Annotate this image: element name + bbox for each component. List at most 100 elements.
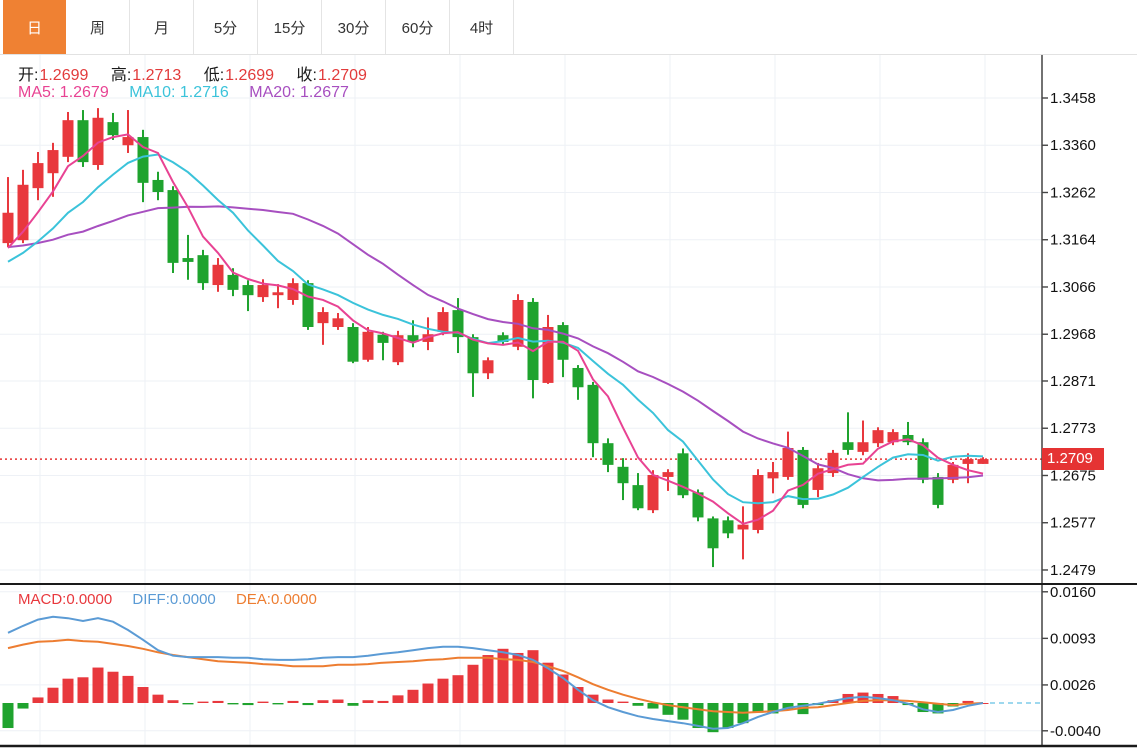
macd-hist-bar bbox=[303, 703, 314, 705]
macd-hist-bar bbox=[438, 679, 449, 703]
tab-30min[interactable]: 30分 bbox=[322, 0, 386, 54]
high-value: 1.2713 bbox=[132, 67, 181, 84]
candle-body bbox=[363, 332, 374, 360]
price-axis-label: 1.2577 bbox=[1050, 515, 1096, 532]
macd-hist-bar bbox=[93, 668, 104, 703]
price-axis-label: 1.3360 bbox=[1050, 137, 1096, 154]
macd-hist-bar bbox=[363, 700, 374, 703]
tab-5min[interactable]: 5分 bbox=[194, 0, 258, 54]
macd-axis-label: -0.0040 bbox=[1050, 723, 1101, 740]
macd-hist-bar bbox=[633, 703, 644, 706]
timeframe-tabbar: 日 周 月 5分 15分 30分 60分 4时 bbox=[0, 0, 1137, 55]
macd-axis-label: 0.0093 bbox=[1050, 630, 1096, 647]
price-axis-label: 1.3262 bbox=[1050, 184, 1096, 201]
price-axis-label: 1.3066 bbox=[1050, 279, 1096, 296]
candle-body bbox=[783, 448, 794, 477]
macd-hist-bar bbox=[168, 700, 179, 703]
close-label: 收: bbox=[297, 67, 317, 84]
price-axis-label: 1.2675 bbox=[1050, 467, 1096, 484]
macd-hist-bar bbox=[453, 675, 464, 703]
macd-value-legend: MACD:0.0000 bbox=[18, 591, 112, 608]
macd-hist-bar bbox=[408, 690, 419, 703]
candle-body bbox=[273, 292, 284, 295]
macd-hist-bar bbox=[468, 665, 479, 703]
candle-body bbox=[48, 150, 59, 173]
ma5-legend: MA5: 1.2679 bbox=[18, 84, 109, 101]
price-axis-label: 1.3458 bbox=[1050, 90, 1096, 107]
macd-axis-label: 0.0026 bbox=[1050, 677, 1096, 694]
candle-body bbox=[588, 385, 599, 443]
candle-body bbox=[603, 443, 614, 465]
macd-hist-bar bbox=[273, 703, 284, 704]
candle-body bbox=[63, 120, 74, 157]
tab-day[interactable]: 日 bbox=[3, 0, 66, 54]
tab-60min[interactable]: 60分 bbox=[386, 0, 450, 54]
open-label: 开: bbox=[18, 67, 38, 84]
candle-body bbox=[963, 459, 974, 464]
macd-hist-bar bbox=[243, 703, 254, 705]
candle-body bbox=[108, 122, 119, 135]
macd-axis-label: 0.0160 bbox=[1050, 584, 1096, 601]
candle-body bbox=[978, 459, 989, 464]
candle-body bbox=[723, 520, 734, 533]
price-axis-label: 1.2871 bbox=[1050, 373, 1096, 390]
macd-hist-bar bbox=[393, 695, 404, 703]
candle-body bbox=[648, 475, 659, 510]
diff-line bbox=[8, 617, 983, 729]
macd-hist-bar bbox=[318, 700, 329, 703]
tab-month[interactable]: 月 bbox=[130, 0, 194, 54]
candle-body bbox=[348, 327, 359, 362]
macd-hist-bar bbox=[183, 703, 194, 704]
price-axis-label: 1.2773 bbox=[1050, 420, 1096, 437]
candle-body bbox=[183, 258, 194, 262]
ma10-legend: MA10: 1.2716 bbox=[129, 84, 229, 101]
macd-hist-bar bbox=[78, 677, 89, 703]
candle-body bbox=[738, 525, 749, 530]
trading-chart-app: 1.34581.33601.32621.31641.30661.29681.28… bbox=[0, 0, 1137, 749]
candle-body bbox=[663, 472, 674, 477]
macd-hist-bar bbox=[138, 687, 149, 703]
macd-hist-bar bbox=[213, 701, 224, 703]
low-label: 低: bbox=[204, 67, 224, 84]
candle-body bbox=[153, 180, 164, 192]
tab-4hour[interactable]: 4时 bbox=[450, 0, 514, 54]
candle-body bbox=[303, 283, 314, 327]
macd-hist-bar bbox=[123, 676, 134, 703]
candle-body bbox=[258, 285, 269, 297]
dea-value-legend: DEA:0.0000 bbox=[236, 591, 317, 608]
candle-body bbox=[843, 442, 854, 450]
macd-hist-bar bbox=[723, 703, 734, 728]
candle-body bbox=[573, 368, 584, 387]
price-axis-label: 1.3164 bbox=[1050, 232, 1096, 249]
candlestick-macd-chart[interactable]: 1.34581.33601.32621.31641.30661.29681.28… bbox=[0, 0, 1137, 749]
macd-hist-bar bbox=[498, 649, 509, 703]
macd-hist-bar bbox=[18, 703, 29, 709]
low-value: 1.2699 bbox=[225, 67, 274, 84]
price-axis-label: 1.2479 bbox=[1050, 562, 1096, 579]
current-price-badge: 1.2709 bbox=[1042, 448, 1104, 470]
tab-15min[interactable]: 15分 bbox=[258, 0, 322, 54]
candle-body bbox=[483, 360, 494, 373]
candle-body bbox=[933, 477, 944, 505]
candle-body bbox=[858, 442, 869, 452]
candle-body bbox=[768, 472, 779, 478]
candle-body bbox=[873, 430, 884, 443]
candle-body bbox=[708, 518, 719, 548]
macd-hist-bar bbox=[288, 701, 299, 703]
macd-hist-bar bbox=[423, 684, 434, 703]
macd-hist-bar bbox=[678, 703, 689, 720]
macd-hist-bar bbox=[48, 688, 59, 703]
macd-hist-bar bbox=[3, 703, 14, 728]
tab-week[interactable]: 周 bbox=[66, 0, 130, 54]
macd-hist-bar bbox=[483, 655, 494, 703]
candle-body bbox=[543, 327, 554, 383]
candle-body bbox=[228, 275, 239, 290]
diff-value-legend: DIFF:0.0000 bbox=[132, 591, 215, 608]
candle-body bbox=[213, 265, 224, 285]
candle-body bbox=[618, 467, 629, 483]
macd-hist-bar bbox=[348, 703, 359, 706]
candle-body bbox=[633, 485, 644, 508]
close-value: 1.2709 bbox=[318, 67, 367, 84]
ohlc-legend: 开:1.2699 高:1.2713 低:1.2699 收:1.2709 bbox=[18, 61, 385, 85]
open-value: 1.2699 bbox=[39, 67, 88, 84]
